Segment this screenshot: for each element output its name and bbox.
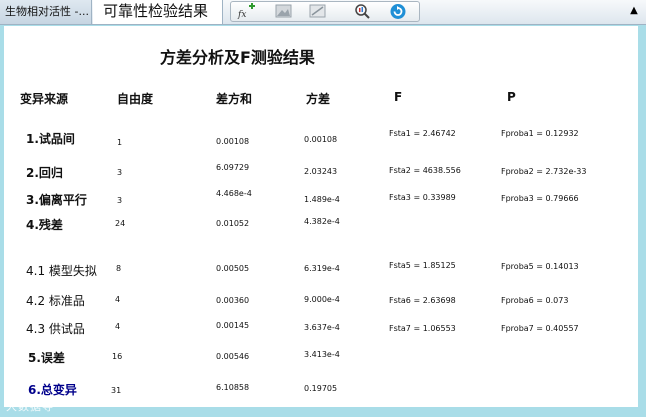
row-ms: 4.382e-4 xyxy=(304,217,340,226)
row-f: Fsta7 = 1.06553 xyxy=(389,324,456,333)
row-ms: 0.00108 xyxy=(304,135,338,144)
row-ss: 0.00145 xyxy=(216,321,250,330)
image-icon[interactable] xyxy=(273,3,295,20)
row-source: 1.试品间 xyxy=(26,132,75,146)
row-f: Fsta1 = 2.46742 xyxy=(389,129,456,138)
row-ms: 3.637e-4 xyxy=(304,323,340,332)
row-source: 5.误差 xyxy=(28,351,65,365)
chart-icon[interactable] xyxy=(307,3,329,20)
row-df: 4 xyxy=(115,295,121,304)
row-df: 16 xyxy=(112,352,123,361)
row-ss: 0.00108 xyxy=(216,137,250,146)
header-ss: 差方和 xyxy=(216,92,253,106)
row-ss: 4.468e-4 xyxy=(216,189,252,198)
row-df: 3 xyxy=(117,168,123,177)
row-source: 4.3 供试品 xyxy=(26,322,85,336)
zoom-settings-icon[interactable] xyxy=(352,3,374,20)
scroll-up-icon[interactable]: ▲ xyxy=(628,4,640,18)
row-p: Fproba2 = 2.732e-33 xyxy=(501,167,587,176)
row-df: 8 xyxy=(116,264,122,273)
title-bar: 生物相对活性 -... 可靠性检验结果 fx ▲ xyxy=(0,0,646,25)
row-source-total: 6.总变异 xyxy=(28,383,77,397)
row-df: 4 xyxy=(115,322,121,331)
row-f: Fsta6 = 2.63698 xyxy=(389,296,456,305)
row-ms: 6.319e-4 xyxy=(304,264,340,273)
row-df: 3 xyxy=(117,196,123,205)
row-source: 4.1 模型失拟 xyxy=(26,264,97,278)
row-source: 4.残差 xyxy=(26,218,63,232)
row-df: 24 xyxy=(115,219,126,228)
refresh-icon[interactable] xyxy=(387,3,409,20)
tab-bioactivity[interactable]: 生物相对活性 -... xyxy=(0,0,92,24)
row-ms: 2.03243 xyxy=(304,167,338,176)
svg-text:fx: fx xyxy=(237,10,246,20)
toolbar: fx xyxy=(230,1,420,22)
row-source: 2.回归 xyxy=(26,166,63,180)
header-source: 变异来源 xyxy=(20,92,69,106)
row-f: Fsta5 = 1.85125 xyxy=(389,261,456,270)
row-ss: 0.01052 xyxy=(216,219,250,228)
row-ss: 6.10858 xyxy=(216,383,250,392)
row-source: 3.偏离平行 xyxy=(26,193,87,207)
row-ms: 3.413e-4 xyxy=(304,350,340,359)
row-p: Fproba5 = 0.14013 xyxy=(501,262,579,271)
row-f: Fsta3 = 0.33989 xyxy=(389,193,456,202)
row-p: Fproba3 = 0.79666 xyxy=(501,194,579,203)
row-ss: 0.00505 xyxy=(216,264,250,273)
row-ss: 0.00360 xyxy=(216,296,250,305)
report-title: 方差分析及F测验结果 xyxy=(160,48,315,67)
header-f: F xyxy=(394,90,403,104)
row-p: Fproba6 = 0.073 xyxy=(501,296,569,305)
row-df: 31 xyxy=(111,386,122,395)
row-ss: 6.09729 xyxy=(216,163,250,172)
row-p: Fproba7 = 0.40557 xyxy=(501,324,579,333)
function-add-icon[interactable]: fx xyxy=(235,3,257,20)
row-f: Fsta2 = 4638.556 xyxy=(389,166,461,175)
row-source: 4.2 标准品 xyxy=(26,294,85,308)
header-p: P xyxy=(507,90,516,104)
row-p: Fproba1 = 0.12932 xyxy=(501,129,579,138)
row-df: 1 xyxy=(117,138,123,147)
header-ms: 方差 xyxy=(306,92,331,106)
row-ms: 9.000e-4 xyxy=(304,295,340,304)
row-ss: 0.00546 xyxy=(216,352,250,361)
tab-reliability-results[interactable]: 可靠性检验结果 xyxy=(93,0,223,24)
watermark: 大数据导 xyxy=(6,400,54,413)
header-df: 自由度 xyxy=(117,92,154,106)
row-ms: 0.19705 xyxy=(304,384,338,393)
row-ms: 1.489e-4 xyxy=(304,195,340,204)
